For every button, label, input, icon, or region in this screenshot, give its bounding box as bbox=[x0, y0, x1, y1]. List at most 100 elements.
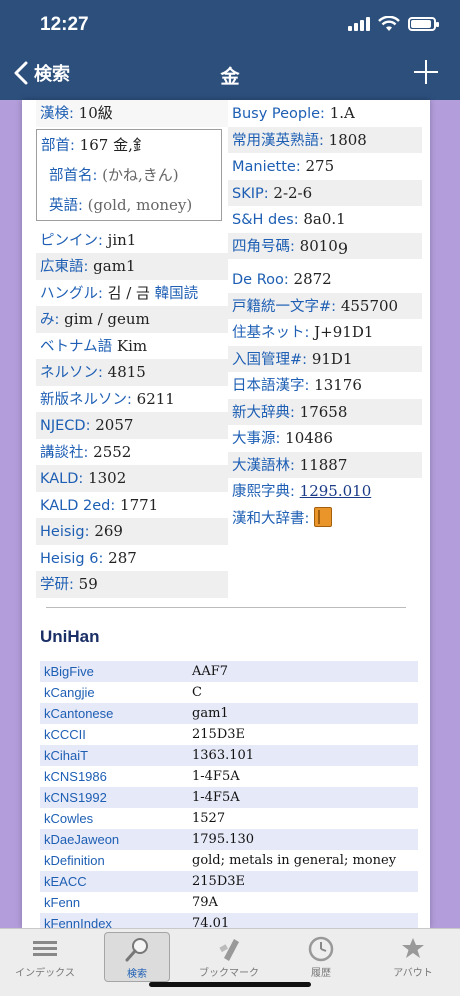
list-icon bbox=[30, 936, 60, 962]
table-row: kCowles 1527 bbox=[40, 808, 418, 829]
right-column: Busy People: 1.A 常用漢英熟語: 1808 Maniette: … bbox=[228, 100, 422, 531]
unihan-key: kCangjie bbox=[44, 685, 95, 700]
juki-row: 住基ネット: J+91D1 bbox=[232, 323, 374, 341]
table-row: kBigFive AAF7 bbox=[40, 661, 418, 682]
table-row: kCNS1986 1-4F5A bbox=[40, 766, 418, 787]
book-icon[interactable] bbox=[314, 506, 333, 527]
kald2-row: KALD 2ed: 1771 bbox=[40, 495, 159, 514]
table-row: kCantonese gam1 bbox=[40, 703, 418, 724]
unihan-key: kBigFive bbox=[44, 664, 94, 679]
daijigen-row: 大事源: 10486 bbox=[232, 429, 333, 447]
radical-english-row: 英語: (gold, money) bbox=[49, 195, 193, 214]
radical-row: 部首: 167 金,釒 bbox=[41, 135, 148, 154]
tab-index[interactable]: インデックス bbox=[12, 932, 78, 982]
add-bookmark-button[interactable] bbox=[414, 60, 438, 84]
section-divider bbox=[46, 607, 406, 608]
koseki-row: 戸籍統一文字#: 455700 bbox=[228, 292, 422, 319]
unihan-heading: UniHan bbox=[40, 627, 100, 646]
unihan-key: kCNS1992 bbox=[44, 790, 107, 805]
unihan-table: kBigFive AAF7 kCangjie CkCantonese gam1 kCCCI… bbox=[40, 661, 418, 928]
kanji-detail-sheet[interactable]: 漢検: 10級 部首: 167 金,釒 部首名: (かね,きん) 英語: (go… bbox=[22, 100, 430, 928]
table-row: kDaeJaweon 1795.130 bbox=[40, 829, 418, 850]
nav-bar: 検索 金 bbox=[0, 50, 460, 100]
table-row: kCNS1992 1-4F5A bbox=[40, 787, 418, 808]
de-roo-row: De Roo: 2872 bbox=[232, 270, 332, 288]
unihan-value: 1-4F5A bbox=[192, 769, 240, 784]
unihan-key: kCantonese bbox=[44, 706, 114, 721]
left-column: 漢検: 10級 部首: 167 金,釒 部首名: (かね,きん) 英語: (go… bbox=[36, 100, 228, 598]
nyukoku-row: 入国管理#: 91D1 bbox=[228, 345, 422, 372]
table-row: kFenn 79A bbox=[40, 892, 418, 913]
cantonese-row: 広東語: gam1 bbox=[36, 253, 228, 280]
bookmark-icon bbox=[214, 936, 244, 962]
magnifier-icon bbox=[122, 937, 152, 963]
four-corner-row: 四角号碼: 80109 bbox=[228, 232, 422, 259]
busy-people-row: Busy People: 1.A bbox=[232, 104, 355, 122]
tab-about[interactable]: アバウト bbox=[380, 932, 446, 982]
about-icon bbox=[398, 936, 428, 962]
status-time: 12:27 bbox=[40, 14, 89, 35]
table-row: kEACC 215D3E bbox=[40, 871, 418, 892]
kangxi-link[interactable]: 1295.010 bbox=[300, 482, 372, 500]
unihan-key: kDaeJaweon bbox=[44, 832, 120, 847]
new-nelson-row: 新版ネルソン: 6211 bbox=[40, 389, 175, 408]
wifi-icon bbox=[378, 16, 400, 31]
table-row: kDefinition gold; metals in general; mone… bbox=[40, 850, 418, 871]
unihan-value: gold; metals in general; money bbox=[192, 853, 397, 868]
kangxi-row: 康熙字典: 1295.010 bbox=[232, 482, 372, 500]
unihan-value: 1363.101 bbox=[192, 748, 255, 763]
unihan-value: C bbox=[192, 685, 202, 700]
unihan-key: kCowles bbox=[44, 811, 94, 826]
sh-row: S&H des: 8a0.1 bbox=[232, 210, 346, 228]
unihan-key: kCNS1986 bbox=[44, 769, 107, 784]
gakken-row: 学研: 59 bbox=[36, 571, 228, 598]
unihan-key: kFenn bbox=[44, 895, 81, 910]
njecd-row: NJECD: 2057 bbox=[36, 412, 228, 439]
tab-history[interactable]: 履歴 bbox=[288, 932, 354, 982]
status-bar: 12:27 bbox=[0, 0, 460, 50]
vietnamese-row: ベトナム語 Kim bbox=[40, 336, 148, 355]
heisig-row: Heisig: 269 bbox=[36, 518, 228, 545]
unihan-key: kFennIndex bbox=[44, 916, 112, 928]
unihan-value: 79A bbox=[192, 895, 218, 910]
unihan-value: 1-4F5A bbox=[192, 790, 240, 805]
nihongo-kanji-row: 日本語漢字: 13176 bbox=[232, 376, 362, 394]
unihan-value: 74.01 bbox=[192, 916, 230, 928]
tab-bookmark[interactable]: ブックマーク bbox=[196, 932, 262, 982]
page-title: 金 bbox=[220, 66, 240, 88]
top-bar: 12:27 検索 金 bbox=[0, 0, 460, 100]
signal-icon bbox=[348, 17, 370, 31]
unihan-key: kDefinition bbox=[44, 853, 105, 868]
pinyin-row: ピンイン: jin1 bbox=[40, 230, 137, 249]
status-icons bbox=[348, 16, 439, 32]
unihan-value: 1527 bbox=[192, 811, 226, 826]
table-row: kCangjie C bbox=[40, 682, 418, 703]
joyo-row: 常用漢英熟語: 1808 bbox=[228, 126, 422, 153]
unihan-key: kCCCII bbox=[44, 727, 86, 742]
korean-reading-link[interactable]: 韓国読 bbox=[155, 286, 199, 302]
heisig6-row: Heisig 6: 287 bbox=[40, 548, 137, 567]
unihan-value: 215D3E bbox=[192, 874, 245, 889]
hangul-row: ハングル: 김 / 금 韓国読 bbox=[40, 283, 199, 302]
unihan-value: 215D3E bbox=[192, 727, 245, 742]
skip-row: SKIP: 2-2-6 bbox=[228, 179, 422, 206]
maniette-row: Maniette: 275 bbox=[232, 157, 335, 175]
tab-search[interactable]: 検索 bbox=[104, 932, 170, 982]
table-row: kCCCII 215D3E bbox=[40, 724, 418, 745]
shin-daijiten-row: 新大辞典: 17658 bbox=[228, 398, 422, 425]
daikango-row: 大漢語林: 11887 bbox=[228, 451, 422, 478]
nelson-row: ネルソン: 4815 bbox=[36, 359, 228, 386]
radical-box: 部首: 167 金,釒 部首名: (かね,きん) 英語: (gold, mone… bbox=[36, 128, 222, 221]
hangul-romaji-row: み: gim / geum bbox=[36, 306, 228, 333]
unihan-value: 1795.130 bbox=[192, 832, 255, 847]
unihan-key: kCihaiT bbox=[44, 748, 89, 763]
kodansha-row: 講談社: 2552 bbox=[40, 442, 132, 461]
home-indicator bbox=[149, 982, 311, 987]
kanken-row: 漢検: 10級 bbox=[36, 100, 228, 127]
radical-name-row: 部首名: (かね,きん) bbox=[49, 165, 179, 184]
unihan-value: gam1 bbox=[192, 706, 229, 721]
kanwa-row: 漢和大辞書: bbox=[228, 505, 422, 532]
battery-icon bbox=[408, 17, 439, 31]
unihan-key: kEACC bbox=[44, 874, 87, 889]
unihan-value: AAF7 bbox=[192, 664, 229, 679]
